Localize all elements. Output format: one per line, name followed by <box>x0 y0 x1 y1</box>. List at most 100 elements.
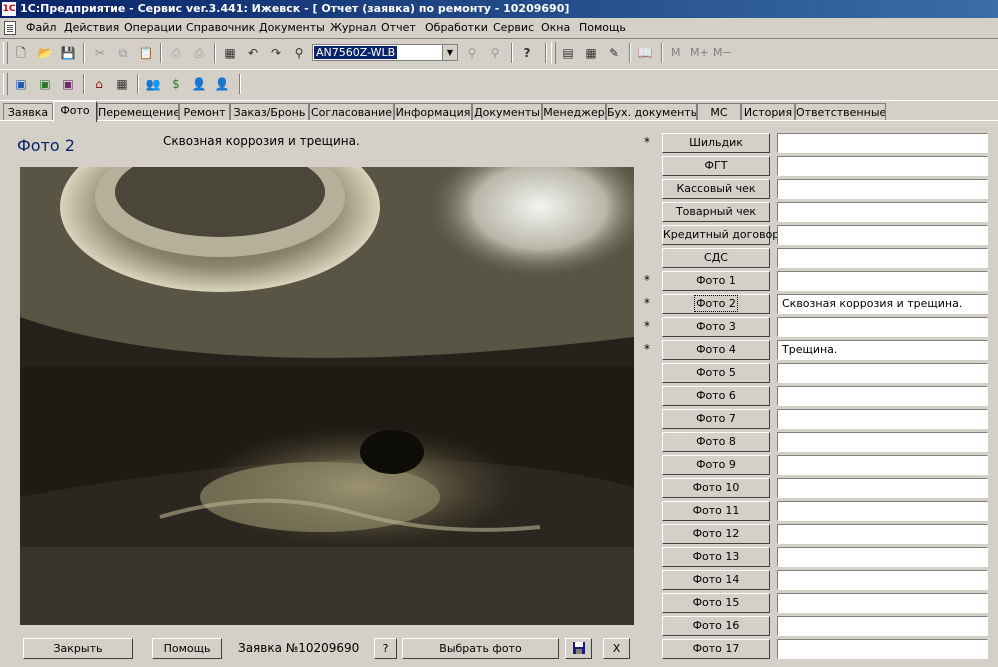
menu-actions[interactable]: Действия <box>64 21 119 34</box>
tab-ms[interactable]: МС <box>697 103 741 121</box>
attachment-field[interactable] <box>777 501 988 521</box>
help-icon[interactable]: ? <box>517 43 537 63</box>
attachment-button[interactable]: Фото 3 <box>662 317 770 337</box>
select-photo-button[interactable]: Выбрать фото <box>402 638 559 659</box>
table-icon[interactable]: ▦ <box>581 43 601 63</box>
attachment-button[interactable]: Фото 6 <box>662 386 770 406</box>
cube-blue-icon[interactable]: ▣ <box>11 74 31 94</box>
attachment-button[interactable]: Фото 5 <box>662 363 770 383</box>
attachment-field[interactable] <box>777 386 988 406</box>
attachment-button[interactable]: Фото 8 <box>662 432 770 452</box>
attachment-field[interactable] <box>777 156 988 176</box>
clear-photo-button[interactable]: X <box>603 638 630 659</box>
print-preview-icon[interactable]: ⎙ <box>189 43 209 63</box>
menu-journal[interactable]: Журнал <box>330 21 376 34</box>
tab-documents[interactable]: Документы <box>472 103 542 121</box>
attachment-field[interactable] <box>777 478 988 498</box>
attachment-button[interactable]: Товарный чек <box>662 202 770 222</box>
attachment-button[interactable]: Фото 13 <box>662 547 770 567</box>
attachment-button[interactable]: Фото 12 <box>662 524 770 544</box>
document-menu-icon[interactable] <box>4 21 16 35</box>
attachment-button[interactable]: Фото 16 <box>662 616 770 636</box>
calculator-icon[interactable]: ▤ <box>558 43 578 63</box>
attachment-field[interactable]: Сквозная коррозия и трещина. <box>777 294 988 314</box>
tab-transfer[interactable]: Перемещение <box>97 103 179 121</box>
attachment-button[interactable]: Фото 4 <box>662 340 770 360</box>
house-icon[interactable]: ⌂ <box>89 74 109 94</box>
memory-plus-button[interactable]: M+ <box>690 43 709 63</box>
menu-service[interactable]: Сервис <box>493 21 534 34</box>
tab-manager[interactable]: Менеджер <box>542 103 606 121</box>
book-icon[interactable]: 📖 <box>635 43 655 63</box>
tab-approval[interactable]: Согласование <box>309 103 394 121</box>
attachment-field[interactable] <box>777 225 988 245</box>
person-red-icon[interactable]: 👤 <box>189 74 209 94</box>
cut-icon[interactable]: ✂ <box>90 43 110 63</box>
attachment-button[interactable]: СДС <box>662 248 770 268</box>
tab-request[interactable]: Заявка <box>3 103 53 121</box>
tab-order-reserve[interactable]: Заказ/Бронь <box>230 103 309 121</box>
attachment-field[interactable] <box>777 455 988 475</box>
menu-operations[interactable]: Операции <box>124 21 182 34</box>
attachment-button[interactable]: ФГТ <box>662 156 770 176</box>
menu-file[interactable]: Файл <box>26 21 56 34</box>
binoculars-icon[interactable]: ⚲ <box>289 43 309 63</box>
attachment-field[interactable] <box>777 409 988 429</box>
tab-history[interactable]: История <box>741 103 795 121</box>
photo-image[interactable] <box>20 167 634 625</box>
save-photo-button[interactable] <box>565 638 592 659</box>
toolbar-grip[interactable] <box>551 42 556 64</box>
memory-button[interactable]: M <box>671 43 681 63</box>
person-exit-icon[interactable]: 👤 <box>212 74 232 94</box>
attachment-button[interactable]: Фото 10 <box>662 478 770 498</box>
attachment-field[interactable] <box>777 639 988 659</box>
copy-icon[interactable]: ⧉ <box>113 43 133 63</box>
attachment-button[interactable]: Фото 7 <box>662 409 770 429</box>
toolbar-grip[interactable] <box>3 42 8 64</box>
attachment-button[interactable]: Фото 14 <box>662 570 770 590</box>
window-title-bar[interactable]: 1C 1С:Предприятие - Сервис ver.3.441: Иж… <box>0 0 998 18</box>
cube-window-icon[interactable]: ▣ <box>58 74 78 94</box>
search-combo-value[interactable]: AN7560Z-WLB <box>314 46 398 59</box>
tab-information[interactable]: Информация <box>394 103 472 121</box>
attachment-button[interactable]: Фото 15 <box>662 593 770 613</box>
attachment-button[interactable]: Кассовый чек <box>662 179 770 199</box>
attachment-field[interactable] <box>777 593 988 613</box>
open-folder-icon[interactable]: 📂 <box>35 43 55 63</box>
attachment-field[interactable] <box>777 363 988 383</box>
tab-accounting-documents[interactable]: Бух. документы <box>606 103 697 121</box>
currency-icon[interactable]: $ <box>166 74 186 94</box>
toolbar-grip[interactable] <box>3 73 8 95</box>
chevron-down-icon[interactable]: ▼ <box>442 45 457 60</box>
menu-documents[interactable]: Документы <box>259 21 325 34</box>
memory-minus-button[interactable]: M− <box>713 43 732 63</box>
attachment-button[interactable]: Фото 17 <box>662 639 770 659</box>
save-icon[interactable]: 💾 <box>58 43 78 63</box>
question-button[interactable]: ? <box>374 638 397 659</box>
attachment-field[interactable] <box>777 179 988 199</box>
people-icon[interactable]: 👥 <box>143 74 163 94</box>
attachment-button[interactable]: Фото 9 <box>662 455 770 475</box>
search-prev-icon[interactable]: ⚲ <box>485 43 505 63</box>
attachment-field[interactable] <box>777 248 988 268</box>
undo-icon[interactable]: ↶ <box>243 43 263 63</box>
attachment-button[interactable]: Шильдик <box>662 133 770 153</box>
attachment-button-selected[interactable]: Фото 2 <box>662 294 770 314</box>
paste-icon[interactable]: 📋 <box>136 43 156 63</box>
attachment-field[interactable] <box>777 432 988 452</box>
cube-green-icon[interactable]: ▣ <box>35 74 55 94</box>
new-document-icon[interactable]: 🗋 <box>11 43 31 63</box>
attachment-button[interactable]: Кредитный договор <box>662 225 779 245</box>
help-button[interactable]: Помощь <box>152 638 222 659</box>
attachment-button[interactable]: Фото 1 <box>662 271 770 291</box>
dictionary-icon[interactable]: ✎ <box>604 43 624 63</box>
attachment-button[interactable]: Фото 11 <box>662 501 770 521</box>
attachment-field[interactable] <box>777 616 988 636</box>
attachment-field[interactable] <box>777 524 988 544</box>
close-button[interactable]: Закрыть <box>23 638 133 659</box>
menu-windows[interactable]: Окна <box>541 21 570 34</box>
attachment-field[interactable] <box>777 317 988 337</box>
attachment-field[interactable] <box>777 271 988 291</box>
menu-report[interactable]: Отчет <box>381 21 416 34</box>
attachment-field[interactable] <box>777 547 988 567</box>
